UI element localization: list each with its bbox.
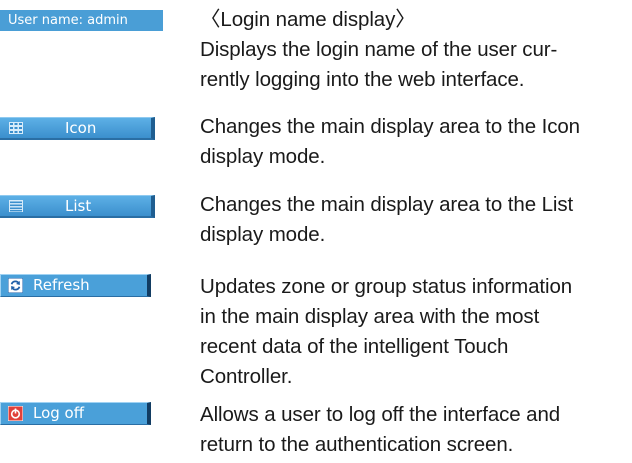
list-view-button[interactable]: List [0,195,155,218]
desc-line: display mode. [200,223,326,246]
desc-line: Changes the main display area to the Ico… [200,115,580,138]
list-view-button-label: List [65,197,92,215]
desc-line: Updates zone or group status information [200,275,573,298]
refresh-icon [8,278,23,293]
power-icon [8,406,23,421]
refresh-button[interactable]: Refresh [0,274,151,297]
desc-line: Displays the login name of the user cur- [200,38,558,61]
icon-view-button-label: Icon [65,119,97,137]
desc-line: return to the authentication screen. [200,433,514,456]
logoff-button-label: Log off [33,404,85,422]
desc-line: Allows a user to log off the interface a… [200,403,561,426]
desc-line: in the main display area with the most [200,305,540,328]
login-name-title: 〈Login name display〉 [200,8,416,31]
list-view-icon [9,200,23,212]
logoff-description: Allows a user to log off the interface a… [200,400,630,460]
icon-view-button[interactable]: Icon [0,117,155,140]
login-name-description: 〈Login name display〉 Displays the login … [200,5,630,95]
refresh-description: Updates zone or group status information… [200,272,630,392]
desc-line: display mode. [200,145,326,168]
icon-view-description: Changes the main display area to the Ico… [200,112,630,172]
desc-line: Controller. [200,365,293,388]
logoff-button[interactable]: Log off [0,402,151,425]
list-view-description: Changes the main display area to the Lis… [200,190,630,250]
refresh-button-label: Refresh [33,276,90,294]
login-name-display: User name: admin [0,10,163,31]
grid-view-icon [9,122,23,134]
desc-line: Changes the main display area to the Lis… [200,193,574,216]
desc-line: rently logging into the web interface. [200,68,525,91]
desc-line: recent data of the intelligent Touch [200,335,509,358]
